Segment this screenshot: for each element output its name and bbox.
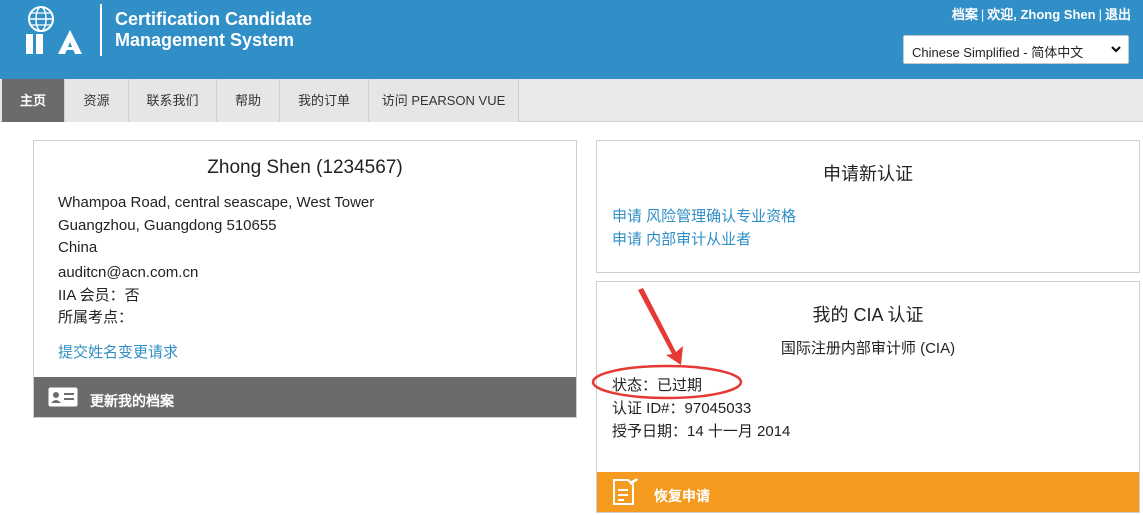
profile-link[interactable]: 档案 [952,7,978,22]
app-title: Certification Candidate Management Syste… [115,9,312,51]
candidate-name: Zhong Shen (1234567) [207,157,403,178]
my-cia-title: 我的 CIA 认证 [812,305,924,325]
user-links: 档案 | 欢迎, Zhong Shen | 退出 [952,4,1131,23]
id-card-icon [48,387,78,407]
update-profile-button[interactable]: 更新我的档案 [34,377,576,417]
apply-links: 申请 风险管理确认专业资格 申请 内部审计从业者 [612,205,796,251]
document-edit-icon [613,478,638,505]
nav-tab-home[interactable]: 主页 [2,79,65,122]
certification-id: 认证 ID#：97045033 [612,400,752,417]
new-certification-title: 申请新认证 [823,164,913,184]
email: auditcn@acn.com.cn [58,264,199,281]
nav-tab-pearson-vue[interactable]: 访问 PEARSON VUE [369,79,519,122]
name-change-link[interactable]: 提交姓名变更请求 [58,341,178,362]
certification-name: 国际注册内部审计师 (CIA) [780,340,956,357]
reinstate-label: 恢复申请 [654,488,710,504]
test-site: 所属考点： [58,309,134,326]
welcome-link[interactable]: 欢迎, Zhong Shen [987,7,1095,22]
my-cia-panel: 我的 CIA 认证 国际注册内部审计师 (CIA) 状态：已过期 认证 ID#：… [596,281,1140,513]
grant-date: 授予日期：14 十一月 2014 [612,423,791,440]
apply-iap-link[interactable]: 申请 内部审计从业者 [612,228,796,251]
language-select[interactable]: Chinese Simplified - 简体中文 [903,35,1129,64]
membership-status: IIA 会员：否 [58,286,140,304]
main-nav: 主页 资源 联系我们 帮助 我的订单 访问 PEARSON VUE [0,79,1143,122]
address-line: China [58,239,98,256]
certification-status: 状态：已过期 [612,377,703,394]
separator: | [980,7,985,22]
logout-link[interactable]: 退出 [1105,7,1131,22]
certification-info: 状态：已过期 认证 ID#：97045033 授予日期：14 十一月 2014 [612,374,790,443]
app-header: Certification Candidate Management Syste… [0,0,1143,79]
app-title-line1: Certification Candidate [115,9,313,29]
address-line: Guangzhou, Guangdong 510655 [58,216,277,234]
reinstate-button[interactable]: 恢复申请 [597,472,1139,512]
iia-logo[interactable] [22,4,92,56]
nav-tab-orders[interactable]: 我的订单 [280,79,369,122]
nav-tab-help[interactable]: 帮助 [217,79,280,122]
nav-tab-contact[interactable]: 联系我们 [129,79,217,122]
logo-divider [100,4,102,56]
nav-tab-resources[interactable]: 资源 [65,79,129,122]
address-line: Whampoa Road, central seascape, West Tow… [58,194,375,211]
language-select-value: Chinese Simplified - 简体中文 [912,45,1084,60]
contact-block: auditcn@acn.com.cn IIA 会员：否 所属考点： [58,262,198,330]
app-title-line2: Management System [115,30,295,50]
update-profile-label: 更新我的档案 [90,393,174,409]
profile-panel: Zhong Shen (1234567) Whampoa Road, centr… [33,140,577,418]
separator: | [1098,7,1102,22]
address-block: Whampoa Road, central seascape, West Tow… [58,192,374,260]
new-certification-panel: 申请新认证 申请 风险管理确认专业资格 申请 内部审计从业者 [596,140,1140,273]
chevron-down-icon [1111,46,1121,53]
apply-crma-link[interactable]: 申请 风险管理确认专业资格 [612,205,796,228]
